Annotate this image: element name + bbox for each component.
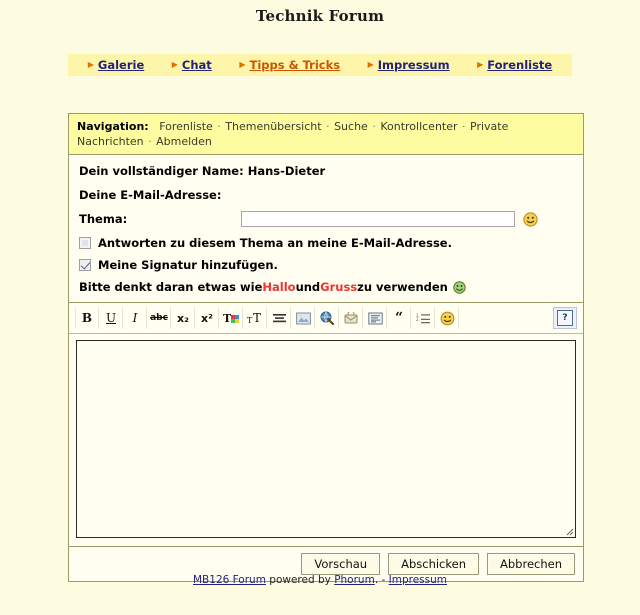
menu-link-forenliste[interactable]: Forenliste <box>487 58 552 72</box>
message-area-holder <box>76 340 576 538</box>
menu-item-chat[interactable]: ▶ Chat <box>172 58 212 72</box>
hint-text-part3: zu verwenden <box>357 280 448 294</box>
strikethrough-icon[interactable]: abc <box>147 307 171 329</box>
menu-link-galerie[interactable]: Galerie <box>98 58 144 72</box>
footer-link-phorum[interactable]: Phorum <box>334 574 375 586</box>
full-name-value: Hans-Dieter <box>247 164 326 178</box>
bold-glyph: B <box>81 311 93 325</box>
green-smiley-icon <box>453 280 466 294</box>
superscript-icon[interactable]: x² <box>195 307 219 329</box>
submit-button[interactable]: Abschicken <box>388 553 479 575</box>
reply-by-email-row[interactable]: Antworten zu diesem Thema an meine E-Mai… <box>79 236 573 250</box>
menu-link-chat[interactable]: Chat <box>182 58 212 72</box>
quote-icon[interactable]: “ <box>387 307 411 329</box>
text-color-icon[interactable]: T <box>219 307 243 329</box>
subject-input[interactable] <box>241 211 515 227</box>
nav-separator: · <box>326 120 330 133</box>
svg-text:T: T <box>223 312 232 325</box>
full-name-row: Dein vollständiger Name: Hans-Dieter <box>79 164 573 178</box>
add-signature-checkbox[interactable] <box>79 259 91 271</box>
help-button[interactable]: ? <box>553 307 577 329</box>
add-signature-row[interactable]: Meine Signatur hinzufügen. <box>79 258 573 272</box>
arrow-right-icon: ▶ <box>477 60 484 69</box>
nav-link-abmelden[interactable]: Abmelden <box>156 135 212 148</box>
subject-label: Thema: <box>79 212 128 226</box>
menu-link-tipps-tricks[interactable]: Tipps & Tricks <box>249 58 340 72</box>
menu-item-impressum[interactable]: ▶ Impressum <box>368 58 450 72</box>
menu-item-forenliste[interactable]: ▶ Forenliste <box>477 58 552 72</box>
align-icon[interactable] <box>267 307 291 329</box>
email-row: Deine E-Mail-Adresse: <box>79 188 573 202</box>
menu-item-tipps-tricks[interactable]: ▶ Tipps & Tricks <box>239 58 340 72</box>
nav-link-suche[interactable]: Suche <box>334 120 368 133</box>
superscript-glyph: x² <box>201 311 213 325</box>
page-title: Technik Forum <box>255 7 385 25</box>
smiley-icon[interactable] <box>435 307 459 329</box>
top-menu-wrapper: ▶ Galerie ▶ Chat ▶ Tipps & Tricks ▶ Impr… <box>0 54 640 76</box>
arrow-right-icon: ▶ <box>239 60 246 69</box>
arrow-right-icon: ▶ <box>171 60 178 69</box>
navigation-bar: Navigation: Forenliste · Themenübersicht… <box>69 114 583 155</box>
nav-link-forenliste[interactable]: Forenliste <box>159 120 213 133</box>
footer-link-impressum[interactable]: Impressum <box>389 574 447 586</box>
link-icon[interactable] <box>315 307 339 329</box>
nav-separator: · <box>462 120 466 133</box>
hint-text-part2: und <box>295 280 321 294</box>
image-icon[interactable] <box>291 307 315 329</box>
form-fields: Dein vollständiger Name: Hans-Dieter Dei… <box>69 155 583 303</box>
hint-word-hallo: Hallo <box>262 280 296 294</box>
help-question-icon: ? <box>557 310 573 326</box>
hint-word-gruss: Gruss <box>320 280 358 294</box>
bold-icon[interactable]: B <box>75 307 99 329</box>
underline-glyph: U <box>105 311 117 325</box>
svg-text:T: T <box>253 311 261 325</box>
smiley-face-icon[interactable] <box>523 211 538 227</box>
navigation-spacer <box>152 120 156 133</box>
svg-text:2.: 2. <box>416 317 420 322</box>
message-textarea[interactable] <box>76 340 576 538</box>
footer-powered-text: powered by <box>265 574 335 586</box>
italic-icon[interactable]: I <box>123 307 147 329</box>
message-area-wrapper <box>69 334 583 546</box>
post-form-frame: Navigation: Forenliste · Themenübersicht… <box>68 113 584 582</box>
menu-link-impressum[interactable]: Impressum <box>378 58 450 72</box>
nav-separator: · <box>148 135 152 148</box>
cancel-button[interactable]: Abbrechen <box>487 553 575 575</box>
nav-separator: · <box>372 120 376 133</box>
subscript-glyph: x₂ <box>177 311 189 325</box>
page-footer: MB126 Forum powered by Phorum. - Impress… <box>0 574 640 586</box>
reply-by-email-label: Antworten zu diesem Thema an meine E-Mai… <box>98 236 452 250</box>
preview-button[interactable]: Vorschau <box>301 553 381 575</box>
navigation-label: Navigation: <box>77 120 149 133</box>
add-signature-label: Meine Signatur hinzufügen. <box>98 258 278 272</box>
footer-mid-text: . - <box>374 574 389 586</box>
code-block-icon[interactable] <box>363 307 387 329</box>
nav-separator: · <box>217 120 221 133</box>
nav-link-kontrollcenter[interactable]: Kontrollcenter <box>380 120 457 133</box>
list-icon[interactable]: 1. 2. <box>411 307 435 329</box>
font-size-icon[interactable]: T T <box>243 307 267 329</box>
editor-toolbar: B U I abc x₂ x² T T T “ 1. 2. ? <box>69 303 583 334</box>
subscript-icon[interactable]: x₂ <box>171 307 195 329</box>
arrow-right-icon: ▶ <box>367 60 374 69</box>
full-name-label: Dein vollständiger Name: <box>79 164 244 178</box>
nav-link-themenuebersicht[interactable]: Themenübersicht <box>225 120 321 133</box>
menu-item-galerie[interactable]: ▶ Galerie <box>88 58 145 72</box>
quote-glyph: “ <box>394 310 404 326</box>
arrow-right-icon: ▶ <box>87 60 94 69</box>
subject-row: Thema: <box>79 211 573 227</box>
strikethrough-glyph: abc <box>150 313 168 323</box>
hint-text-part1: Bitte denkt daran etwas wie <box>79 280 263 294</box>
top-menu-bar: ▶ Galerie ▶ Chat ▶ Tipps & Tricks ▶ Impr… <box>68 54 572 76</box>
email-label: Deine E-Mail-Adresse: <box>79 188 222 202</box>
footer-link-mb126-forum[interactable]: MB126 Forum <box>193 574 266 586</box>
underline-icon[interactable]: U <box>99 307 123 329</box>
italic-glyph: I <box>132 311 138 325</box>
greeting-hint: Bitte denkt daran etwas wie Hallo und Gr… <box>79 280 573 294</box>
email-link-icon[interactable] <box>339 307 363 329</box>
reply-by-email-checkbox[interactable] <box>79 237 91 249</box>
